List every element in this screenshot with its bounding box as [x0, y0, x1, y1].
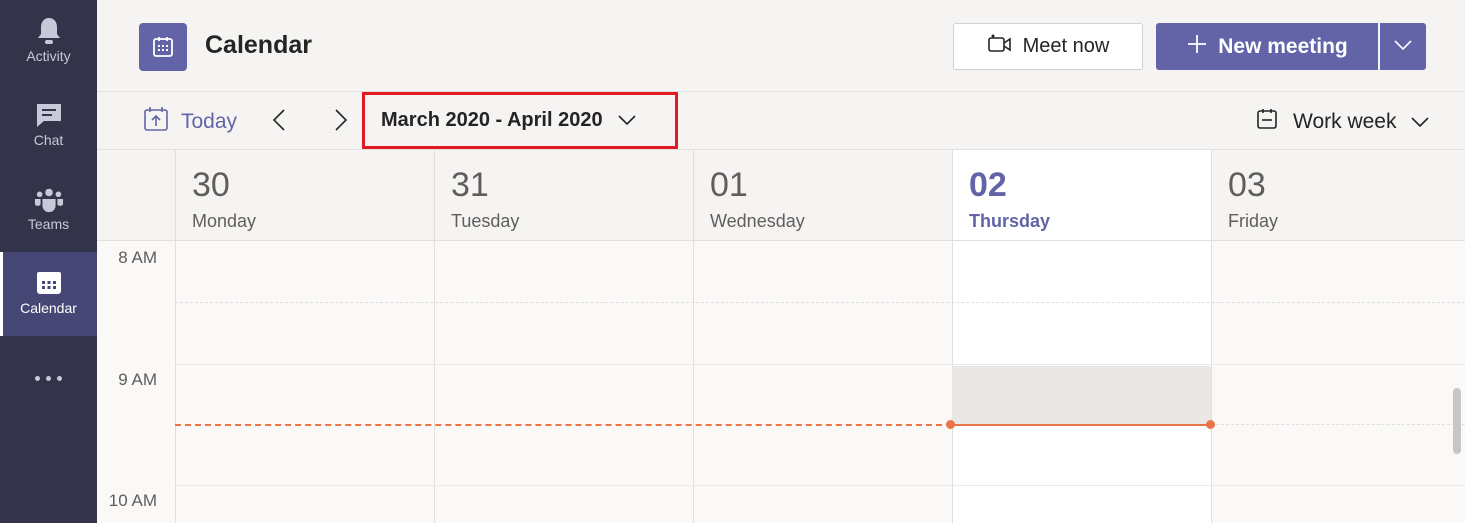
rail-label: Calendar: [20, 300, 77, 316]
rail-item-teams[interactable]: Teams: [0, 168, 97, 252]
new-meeting-button[interactable]: New meeting: [1156, 23, 1378, 70]
new-meeting-label: New meeting: [1218, 34, 1348, 58]
next-week-button[interactable]: [327, 106, 355, 138]
day-header-tuesday[interactable]: 31 Tuesday: [434, 150, 693, 241]
current-time-dot: [946, 420, 955, 429]
chevron-down-icon: [617, 109, 637, 132]
chevron-left-icon: [272, 108, 286, 137]
day-column-wednesday[interactable]: [693, 241, 952, 523]
rail-label: Chat: [33, 132, 64, 148]
day-name: Wednesday: [710, 211, 805, 231]
plus-icon: [1186, 33, 1208, 61]
day-column-monday[interactable]: [175, 241, 434, 523]
calendar-app-icon: [139, 23, 187, 71]
day-number: 02: [969, 166, 1007, 204]
current-time-dot: [1206, 420, 1215, 429]
rail-item-calendar[interactable]: Calendar: [0, 252, 97, 336]
previous-week-button[interactable]: [265, 106, 293, 138]
page-header: Calendar Meet now New meeting: [97, 0, 1476, 92]
day-column-friday[interactable]: [1211, 241, 1465, 523]
current-time-indicator-today: [951, 424, 1211, 426]
calendar-today-icon: [143, 105, 169, 139]
chevron-down-icon: [1393, 38, 1413, 56]
calendar-toolbar: Today March 2020 - April 2020 Work week: [97, 92, 1476, 150]
view-label: Work week: [1293, 110, 1397, 133]
bell-icon: [34, 16, 64, 46]
chat-icon: [34, 100, 64, 130]
day-header-friday[interactable]: 03 Friday: [1211, 150, 1465, 241]
current-time-indicator-future: [1211, 424, 1465, 425]
day-header-thursday[interactable]: 02 Thursday: [952, 150, 1211, 241]
chevron-right-icon: [334, 108, 348, 137]
day-number: 30: [192, 166, 230, 204]
page-title: Calendar: [205, 31, 312, 59]
time-label-10am: 10 AM: [108, 491, 157, 510]
rail-item-activity[interactable]: Activity: [0, 0, 97, 84]
day-header-wednesday[interactable]: 01 Wednesday: [693, 150, 952, 241]
selected-time-slot[interactable]: [952, 366, 1211, 425]
date-range-label: March 2020 - April 2020: [381, 109, 603, 131]
video-camera-icon: [987, 33, 1013, 61]
meet-now-label: Meet now: [1022, 35, 1110, 57]
chevron-down-icon: [1410, 110, 1430, 134]
day-number: 03: [1228, 166, 1266, 204]
calendar-view-icon: [1255, 107, 1279, 137]
today-button[interactable]: Today: [143, 106, 237, 138]
day-header-monday[interactable]: 30 Monday: [175, 150, 434, 241]
new-meeting-dropdown-button[interactable]: [1380, 23, 1426, 70]
app-rail: Activity Chat Teams Calendar: [0, 0, 97, 523]
current-time-indicator: [175, 424, 952, 426]
meet-now-button[interactable]: Meet now: [953, 23, 1143, 70]
rail-label: Activity: [26, 48, 71, 64]
teams-calendar-app: Activity Chat Teams Calendar Calendar Me…: [0, 0, 1476, 523]
calendar-icon: [34, 268, 64, 298]
window-edge: [1465, 0, 1476, 523]
date-range-picker[interactable]: March 2020 - April 2020: [362, 92, 678, 149]
half-hour-line: [175, 302, 1465, 303]
calendar-grid: 30 Monday 31 Tuesday 01 Wednesday 02 Thu…: [97, 150, 1465, 523]
view-selector[interactable]: Work week: [1255, 106, 1430, 138]
rail-label: Teams: [27, 216, 70, 232]
day-name: Thursday: [969, 211, 1051, 231]
teams-icon: [34, 184, 64, 214]
day-column-tuesday[interactable]: [434, 241, 693, 523]
day-name: Monday: [192, 211, 257, 231]
day-number: 31: [451, 166, 489, 204]
vertical-scrollbar[interactable]: [1453, 388, 1461, 454]
grid-corner: [97, 150, 175, 241]
day-number: 01: [710, 166, 748, 204]
hour-line: [175, 485, 1465, 486]
time-label-8am: 8 AM: [118, 248, 157, 267]
time-column: 8 AM 9 AM 10 AM: [97, 241, 175, 523]
day-name: Friday: [1228, 211, 1279, 231]
day-name: Tuesday: [451, 211, 520, 231]
hour-line: [175, 364, 1465, 365]
more-icon[interactable]: [0, 358, 97, 398]
time-label-9am: 9 AM: [118, 370, 157, 389]
today-label: Today: [181, 110, 238, 133]
rail-item-chat[interactable]: Chat: [0, 84, 97, 168]
